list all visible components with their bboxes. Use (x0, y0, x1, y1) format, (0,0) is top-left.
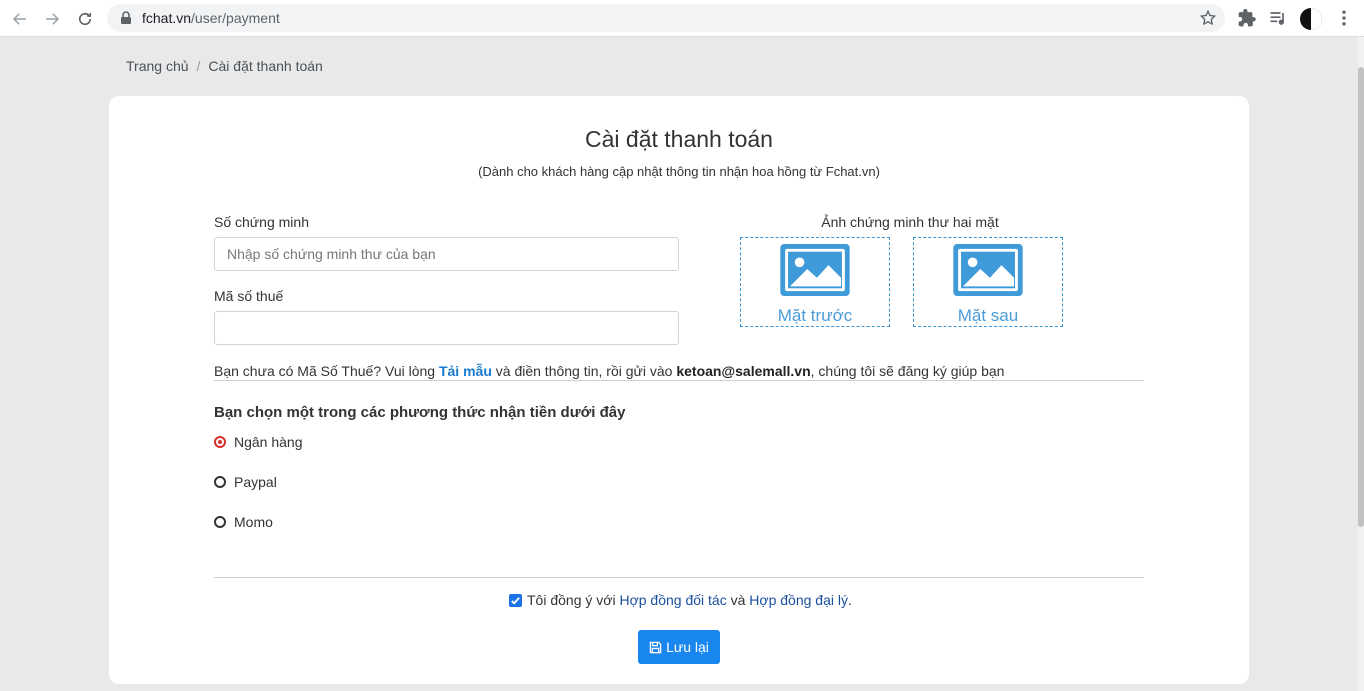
tax-code-note: Bạn chưa có Mã Số Thuế? Vui lòng Tải mẫu… (214, 363, 1004, 379)
bookmark-star-icon[interactable] (1199, 9, 1217, 27)
address-bar[interactable]: fchat.vn/user/payment (107, 4, 1225, 32)
option-label: Momo (234, 514, 273, 530)
payment-option-paypal[interactable]: Paypal (214, 474, 277, 490)
divider (214, 577, 1144, 578)
download-template-link[interactable]: Tải mẫu (439, 363, 492, 379)
agreement-row: Tôi đồng ý với Hợp đồng đối tác và Hợp đ… (509, 592, 852, 608)
checkmark-icon (511, 596, 520, 605)
accounting-email: ketoan@salemall.vn (676, 363, 811, 379)
breadcrumb-separator: / (196, 58, 201, 74)
profile-avatar[interactable] (1300, 8, 1322, 30)
reload-icon[interactable] (73, 7, 97, 31)
photo-front-caption: Mặt trước (777, 306, 853, 325)
radio-paypal[interactable] (214, 476, 226, 488)
radio-bank[interactable] (214, 436, 226, 448)
tax-code-input[interactable] (214, 311, 679, 345)
browser-toolbar: fchat.vn/user/payment (0, 0, 1364, 37)
id-number-label: Số chứng minh (214, 214, 309, 230)
payment-settings-card: Cài đặt thanh toán (Dành cho khách hàng … (109, 96, 1249, 684)
image-placeholder-icon (780, 244, 850, 296)
option-label: Ngân hàng (234, 434, 303, 450)
menu-kebab-icon[interactable] (1334, 8, 1354, 28)
id-photos-label: Ảnh chứng minh thư hai mặt (821, 214, 999, 230)
divider (214, 380, 1144, 381)
breadcrumb-home-link[interactable]: Trang chủ (126, 58, 189, 74)
option-label: Paypal (234, 474, 277, 490)
back-icon[interactable] (8, 7, 32, 31)
breadcrumb-current: Cài đặt thanh toán (208, 58, 323, 74)
payment-option-bank[interactable]: Ngân hàng (214, 434, 303, 450)
agreement-suffix: . (847, 592, 852, 608)
forward-icon[interactable] (40, 7, 64, 31)
image-placeholder-icon (953, 244, 1023, 296)
floppy-disk-icon (649, 641, 662, 653)
payment-option-momo[interactable]: Momo (214, 514, 273, 530)
note-suffix: , chúng tôi sẽ đăng ký giúp bạn (810, 363, 1005, 379)
scrollbar-thumb[interactable] (1358, 67, 1364, 527)
extensions-puzzle-icon[interactable] (1237, 8, 1257, 28)
save-button[interactable]: Lưu lại (638, 630, 720, 664)
media-queue-icon[interactable] (1268, 8, 1288, 28)
page-subtitle: (Dành cho khách hàng cập nhật thông tin … (478, 164, 880, 179)
id-number-input[interactable] (214, 237, 679, 271)
agency-contract-link[interactable]: Hợp đồng đại lý (749, 592, 848, 608)
radio-momo[interactable] (214, 516, 226, 528)
page-scrollbar[interactable] (1358, 37, 1364, 691)
breadcrumb: Trang chủ / Cài đặt thanh toán (126, 58, 323, 74)
agree-checkbox[interactable] (509, 593, 522, 607)
note-middle: và điền thông tin, rồi gửi vào (491, 363, 677, 379)
upload-back-photo[interactable]: Mặt sau (913, 237, 1063, 327)
note-prefix: Bạn chưa có Mã Số Thuế? Vui lòng (214, 363, 439, 379)
upload-front-photo[interactable]: Mặt trước (740, 237, 890, 327)
agreement-prefix: Tôi đồng ý với (527, 592, 620, 608)
url-text: fchat.vn/user/payment (142, 10, 280, 26)
lock-icon (121, 11, 131, 24)
page-title: Cài đặt thanh toán (585, 126, 773, 152)
photo-back-caption: Mặt sau (957, 306, 1019, 325)
payment-method-title: Bạn chọn một trong các phương thức nhận … (214, 404, 626, 421)
partner-contract-link[interactable]: Hợp đồng đối tác (619, 592, 726, 608)
agreement-middle: và (726, 592, 750, 608)
save-button-label: Lưu lại (666, 639, 709, 655)
tax-code-label: Mã số thuế (214, 288, 284, 304)
